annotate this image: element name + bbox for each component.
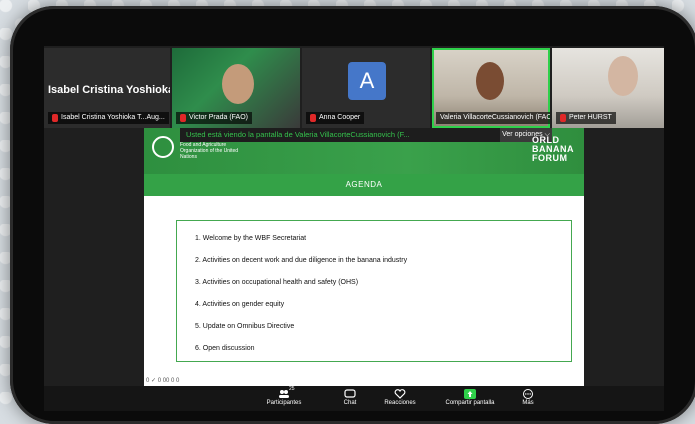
participant-tile-victor[interactable]: Victor Prada (FAO) (172, 48, 300, 128)
participant-name-bar: Valeria VillacorteCussianovich (FAO) (436, 112, 550, 124)
share-screen-button[interactable]: Compartir pantalla (442, 386, 498, 411)
zoom-meeting-window: Isabel Cristina Yoshioka ... Isabel Cris… (44, 46, 664, 411)
participant-tile-isabel[interactable]: Isabel Cristina Yoshioka ... Isabel Cris… (44, 48, 170, 128)
participant-name-bar: Anna Cooper (306, 112, 365, 124)
agenda-list: 1. Welcome by the WBF Secretariat 2. Act… (176, 220, 572, 362)
wbf-logo: ORLD BANANA FORUM (532, 136, 574, 163)
agenda-item: 6. Open discussion (195, 345, 255, 352)
slide-footer: 0 ✓ 0 00 0 0 (146, 378, 180, 384)
share-screen-icon (464, 389, 476, 399)
participant-tile-anna[interactable]: A Anna Cooper (302, 48, 430, 128)
participant-video (222, 64, 254, 104)
mic-muted-icon (180, 114, 186, 122)
mic-muted-icon (52, 114, 58, 122)
participant-label: Valeria VillacorteCussianovich (FAO) (440, 114, 550, 121)
participant-label: Victor Prada (FAO) (189, 114, 249, 121)
mic-muted-icon (310, 114, 316, 122)
slide-body: 1. Welcome by the WBF Secretariat 2. Act… (144, 196, 584, 386)
heart-icon (394, 389, 406, 399)
more-icon (522, 389, 534, 399)
participant-name-bar: Isabel Cristina Yoshioka T...Aug... (48, 112, 169, 124)
participant-label: Anna Cooper (319, 114, 361, 121)
participants-button[interactable]: Participantes 25 (262, 386, 306, 411)
participant-name-bar: Peter HURST (556, 112, 616, 124)
participants-label: Participantes (266, 400, 302, 406)
agenda-title: AGENDA (144, 174, 584, 196)
participants-count: 25 (289, 386, 295, 392)
participant-tile-valeria[interactable]: Valeria VillacorteCussianovich (FAO) (432, 48, 550, 128)
reactions-button[interactable]: Reacciones (382, 386, 418, 411)
participant-label: Isabel Cristina Yoshioka T...Aug... (61, 114, 165, 121)
participant-name-bar: Victor Prada (FAO) (176, 112, 253, 124)
participant-display-name: Isabel Cristina Yoshioka ... (48, 84, 170, 96)
reactions-label: Reacciones (384, 400, 416, 406)
agenda-item: 4. Activities on gender equity (195, 301, 285, 308)
mic-muted-icon (560, 114, 566, 122)
more-label: Más (522, 400, 534, 406)
wbf-line: FORUM (532, 153, 568, 163)
chat-icon (344, 389, 356, 399)
participant-video (608, 56, 638, 96)
chat-button[interactable]: Chat (336, 386, 364, 411)
fao-org-text: Food and Agriculture Organization of the… (180, 142, 239, 160)
screen-share-banner: Usted está viendo la pantalla de Valeria… (180, 128, 506, 142)
participant-label: Peter HURST (569, 114, 612, 121)
agenda-item: 5. Update on Omnibus Directive (195, 323, 295, 330)
tablet-device: Isabel Cristina Yoshioka ... Isabel Cris… (10, 6, 695, 424)
chat-label: Chat (343, 400, 357, 406)
participant-gallery: Isabel Cristina Yoshioka ... Isabel Cris… (44, 48, 664, 128)
participant-tile-peter[interactable]: Peter HURST (552, 48, 664, 128)
agenda-item: 1. Welcome by the WBF Secretariat (195, 235, 307, 242)
meeting-toolbar: Participantes 25 Chat Reacciones Compart… (44, 386, 664, 411)
participant-video (476, 62, 504, 100)
participant-avatar: A (348, 62, 386, 100)
fao-logo-icon (152, 136, 174, 158)
agenda-item: 2. Activities on decent work and due dil… (195, 257, 408, 264)
slide-header: Food and Agriculture Organization of the… (144, 128, 584, 174)
more-button[interactable]: Más (514, 386, 542, 411)
shared-screen: Food and Agriculture Organization of the… (144, 128, 584, 386)
share-screen-label: Compartir pantalla (445, 400, 495, 406)
agenda-item: 3. Activities on occupational health and… (195, 279, 359, 286)
